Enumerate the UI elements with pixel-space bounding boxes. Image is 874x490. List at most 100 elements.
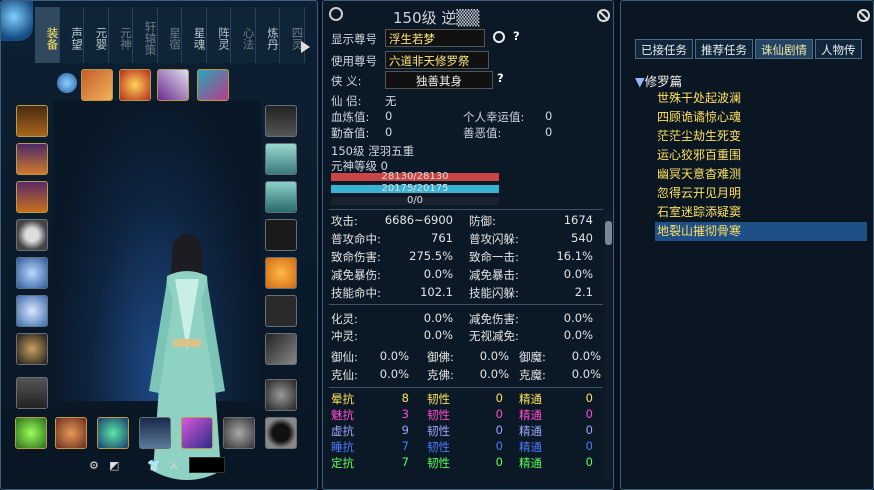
resist-label: 韧性 <box>427 392 450 406</box>
quest-item[interactable]: 地裂山摧彻骨寒 <box>655 222 867 241</box>
weapon-fashion-slot[interactable] <box>265 333 297 365</box>
mask-slot[interactable] <box>265 219 297 251</box>
fashion-body-slot[interactable] <box>265 143 297 175</box>
tab-4[interactable]: 轩辕策 <box>133 7 158 63</box>
gear-toggle-icon[interactable]: ⚙ <box>89 459 99 472</box>
resist-label: 精通 <box>519 456 542 470</box>
refine-label: 血炼值: <box>331 110 370 124</box>
tab-8[interactable]: 心法 <box>231 7 256 63</box>
bottom-slot-3[interactable] <box>97 417 129 449</box>
stat-label: 无视减免: <box>469 329 519 343</box>
bottom-slot-1[interactable] <box>15 417 47 449</box>
accessory-slot-3[interactable] <box>157 69 189 101</box>
tab-3[interactable]: 元神 <box>108 7 133 63</box>
quest-tab-2[interactable]: 诛仙剧情 <box>755 39 813 59</box>
close-icon[interactable] <box>597 9 610 22</box>
fashion-head-slot[interactable] <box>265 105 297 137</box>
armor-slot[interactable] <box>16 143 48 175</box>
accessory-slot-2[interactable] <box>119 69 151 101</box>
shirt-icon[interactable]: 👕 <box>147 459 161 472</box>
stat-label: 技能闪躲: <box>469 286 519 300</box>
accessory-slot-4[interactable] <box>197 69 229 101</box>
tab-0[interactable]: 装备 <box>35 7 60 63</box>
accessory-slot-1[interactable] <box>81 69 113 101</box>
bottom-input-box[interactable] <box>189 457 225 473</box>
contrast-icon[interactable]: ◩ <box>109 459 119 472</box>
resist-label: 魅抗 <box>331 408 354 422</box>
character-preview[interactable] <box>53 101 261 480</box>
bracer-slot[interactable] <box>16 257 48 289</box>
tab-scroll-right-arrow[interactable] <box>301 41 310 53</box>
knight-label: 侠 义: <box>331 74 362 88</box>
tab-1[interactable]: 声望 <box>59 7 84 63</box>
use-title-field[interactable]: 六道非天修罗祭 <box>385 51 489 69</box>
diligence-label: 勤奋值: <box>331 126 370 140</box>
chapter-header[interactable]: ▼修罗篇 <box>635 71 682 90</box>
stat-label: 致命一击: <box>469 250 519 264</box>
ring-slot[interactable] <box>16 295 48 327</box>
scrollbar-thumb[interactable] <box>605 221 612 245</box>
helmet-slot[interactable] <box>16 105 48 137</box>
quest-item[interactable]: 运心狡邪百重围 <box>655 146 867 165</box>
compass-slot[interactable] <box>16 219 48 251</box>
resist-label: 虚抗 <box>331 424 354 438</box>
stat-value: 0.0% <box>563 267 593 281</box>
help-icon[interactable]: ? <box>513 29 520 43</box>
leggings-slot[interactable] <box>16 181 48 213</box>
close-icon[interactable] <box>857 9 870 22</box>
stats-scrollbar[interactable] <box>605 213 612 479</box>
tab-7[interactable]: 阵灵 <box>206 7 231 63</box>
knight-help-icon[interactable]: ? <box>497 71 504 85</box>
tab-9[interactable]: 炼丹 <box>255 7 280 63</box>
mp-bar: 20175/20175 <box>331 184 499 194</box>
compass-icon[interactable] <box>329 7 343 21</box>
school-value: 0.0% <box>571 349 601 363</box>
display-title-field[interactable]: 浮生若梦 <box>385 29 485 47</box>
bottom-slot-2[interactable] <box>55 417 87 449</box>
fashion-toggle-icon[interactable] <box>57 73 77 93</box>
charm-slot[interactable] <box>265 379 297 411</box>
stat-value: 2.1 <box>574 285 593 299</box>
equipment-tabs: 装备 声望 元婴 元神 轩辕策 星宿 星魂 阵灵 心法 炼丹 四灵 <box>35 7 305 63</box>
stat-label: 减免暴击: <box>469 268 519 282</box>
resist-value: 0 <box>585 455 593 469</box>
stat-label: 技能命中: <box>331 286 381 300</box>
resist-label: 精通 <box>519 392 542 406</box>
quest-item[interactable]: 忽得云开见月明 <box>655 184 867 203</box>
bottom-slot-5[interactable] <box>181 417 213 449</box>
search-icon[interactable] <box>493 31 505 43</box>
character-title: 150级 逆▒▒ <box>393 9 480 27</box>
quest-item[interactable]: 石室迷踪添疑窦 <box>655 203 867 222</box>
quest-item[interactable]: 茫茫尘劫生死变 <box>655 127 867 146</box>
pet-face-slot[interactable] <box>265 257 297 289</box>
use-title-label: 使用尊号 <box>331 54 377 68</box>
fashion-legs-slot[interactable] <box>265 181 297 213</box>
display-title-label: 显示尊号 <box>331 32 377 46</box>
tab-5[interactable]: 星宿 <box>157 7 182 63</box>
divider <box>329 304 603 305</box>
quest-tab-0[interactable]: 已接任务 <box>635 39 693 59</box>
tab-10[interactable]: 四灵 <box>280 7 305 63</box>
bottom-slot-6[interactable] <box>223 417 255 449</box>
quest-item[interactable]: 四顾诡谲惊心魂 <box>655 108 867 127</box>
tab-2[interactable]: 元婴 <box>84 7 109 63</box>
boots-slot[interactable] <box>16 377 48 409</box>
stat-value: 0.0% <box>563 328 593 342</box>
quest-tab-1[interactable]: 推荐任务 <box>695 39 753 59</box>
xp-bar: 0/0 <box>331 196 499 206</box>
quest-item[interactable]: 幽冥天意杳难测 <box>655 165 867 184</box>
tab-6[interactable]: 星魂 <box>182 7 207 63</box>
necklace-slot[interactable] <box>16 333 48 365</box>
resist-label: 韧性 <box>427 408 450 422</box>
mount-slot[interactable] <box>265 295 297 327</box>
bottom-slot-7[interactable] <box>265 417 297 449</box>
stat-value: 0.0% <box>423 267 453 281</box>
quest-tab-3[interactable]: 人物传 <box>815 39 862 59</box>
resist-value: 0 <box>495 455 503 469</box>
quest-item[interactable]: 世殊干处起波澜 <box>655 89 867 108</box>
sword-icon[interactable]: ⚔ <box>169 459 179 472</box>
stat-value: 540 <box>571 231 593 245</box>
stat-label: 减免暴伤: <box>331 268 381 282</box>
bottom-slot-4[interactable] <box>139 417 171 449</box>
resist-value: 0 <box>585 439 593 453</box>
